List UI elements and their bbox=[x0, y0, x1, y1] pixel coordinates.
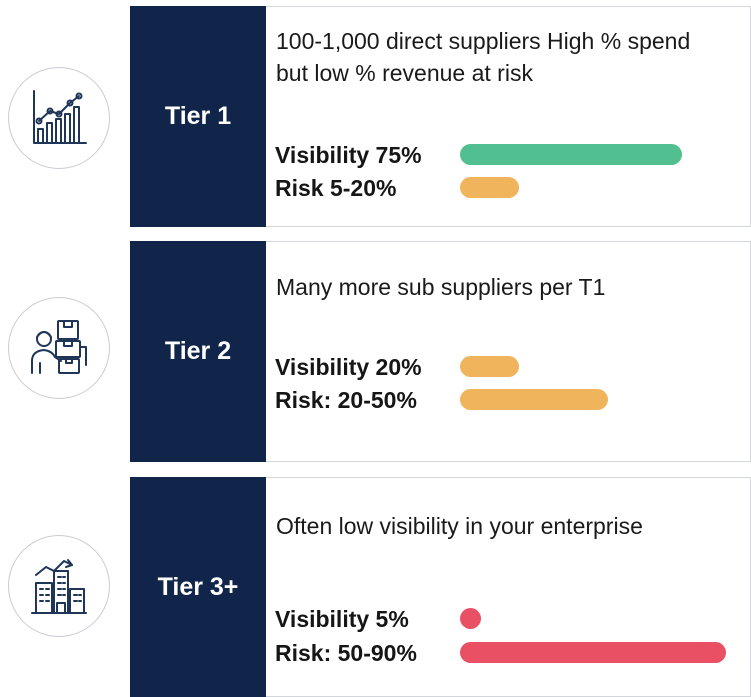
tier-2-description: Many more sub suppliers per T1 bbox=[276, 274, 606, 300]
tier-row-2: Tier 2 Many more sub suppliers per T1 Vi… bbox=[0, 241, 751, 462]
tier-1-risk-bar bbox=[460, 177, 519, 198]
tier-1-label: Tier 1 bbox=[164, 102, 232, 130]
tier-1-risk-label: Risk 5-20% bbox=[275, 175, 397, 201]
tier-row-1: Tier 1 100-1,000 direct suppliers High %… bbox=[0, 6, 751, 227]
tier-2-visibility-metric: Visibility 20% bbox=[275, 352, 751, 382]
tier-3-card: Often low visibility in your enterprise … bbox=[266, 477, 751, 697]
tier-2-label: Tier 2 bbox=[164, 337, 232, 365]
tier-row-3: Tier 3+ Often low visibility in your ent… bbox=[0, 477, 751, 697]
tier-1-description: 100-1,000 direct suppliers High % spend … bbox=[276, 28, 691, 86]
enterprise-buildings-icon bbox=[31, 559, 87, 614]
tier-2-risk-label: Risk: 20-50% bbox=[275, 387, 417, 413]
tier-2-label-box: Tier 2 bbox=[130, 241, 266, 462]
tier-3-label-box: Tier 3+ bbox=[130, 477, 266, 697]
tier-1-visibility-label: Visibility 75% bbox=[275, 142, 422, 168]
tier-1-card: 100-1,000 direct suppliers High % spend … bbox=[266, 6, 751, 227]
tier-1-visibility-metric: Visibility 75% bbox=[275, 140, 751, 170]
tier-3-risk-bar bbox=[460, 642, 726, 663]
tier-3-label: Tier 3+ bbox=[157, 572, 239, 601]
tier-1-visibility-bar bbox=[460, 144, 682, 165]
tier-3-description: Often low visibility in your enterprise bbox=[276, 513, 643, 539]
tier-3-visibility-label: Visibility 5% bbox=[275, 606, 409, 632]
tier-3-risk-metric: Risk: 50-90% bbox=[275, 638, 751, 668]
tier-3-icon-circle bbox=[8, 535, 110, 637]
tier-1-label-box: Tier 1 bbox=[130, 6, 266, 227]
tier-2-visibility-label: Visibility 20% bbox=[275, 354, 422, 380]
tier-3-visibility-metric: Visibility 5% bbox=[275, 604, 751, 634]
supplier-worker-boxes-icon bbox=[31, 320, 87, 374]
tier-2-risk-metric: Risk: 20-50% bbox=[275, 385, 751, 415]
tier-2-visibility-bar bbox=[460, 356, 519, 377]
tier-3-risk-label: Risk: 50-90% bbox=[275, 640, 417, 666]
tier-2-risk-bar bbox=[460, 389, 608, 410]
tier-1-risk-metric: Risk 5-20% bbox=[275, 173, 751, 203]
tier-2-card: Many more sub suppliers per T1 Visibilit… bbox=[266, 241, 751, 462]
tier-2-icon-circle bbox=[8, 297, 110, 399]
tier-3-visibility-bar bbox=[460, 608, 481, 629]
growth-chart-icon bbox=[33, 90, 87, 144]
tier-1-icon-circle bbox=[8, 67, 110, 169]
